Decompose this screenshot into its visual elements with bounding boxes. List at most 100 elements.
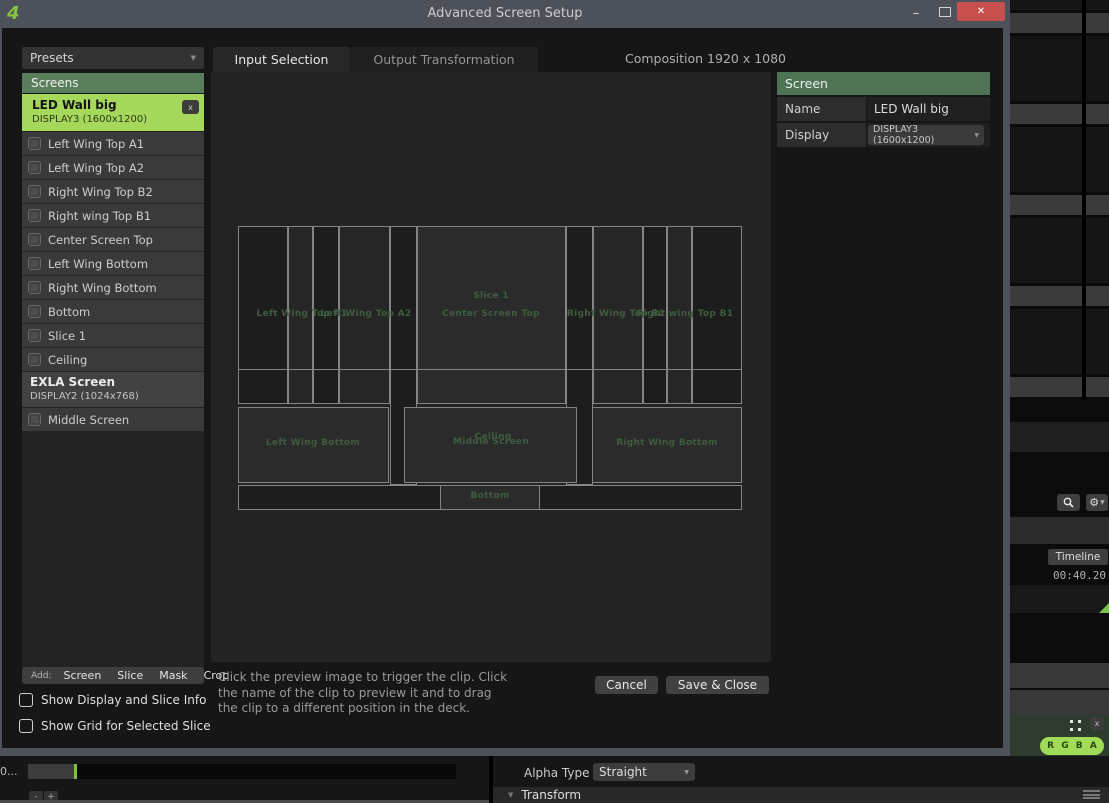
slice-thumb-icon [28, 257, 41, 270]
tab-input-selection[interactable]: Input Selection [213, 47, 350, 72]
slice-name-label: Center Screen Top [442, 309, 540, 319]
clip-thumbnail[interactable] [1010, 36, 1109, 101]
timecode: 00:40.20 [1053, 569, 1106, 582]
preview-monitor-panel: x RGBA [1010, 715, 1109, 756]
slice-label: Left Wing Bottom [48, 257, 148, 271]
clip-name-bar[interactable] [1010, 104, 1109, 124]
screen-item[interactable]: EXLA Screen DISPLAY2 (1024x768) [22, 372, 204, 407]
close-button[interactable]: ✕ [957, 2, 1005, 21]
transform-section-header[interactable]: ▼ Transform [493, 787, 1109, 803]
save-close-button[interactable]: Save & Close [666, 676, 769, 694]
clip-name-bar[interactable] [1010, 13, 1109, 33]
presets-label: Presets [30, 51, 74, 65]
slice-thumb-icon [28, 305, 41, 318]
remove-screen-button[interactable]: x [182, 100, 199, 114]
playhead-marker-icon [1099, 603, 1109, 613]
search-button[interactable] [1057, 494, 1080, 511]
dialog-titlebar[interactable]: 4 Advanced Screen Setup – ✕ [0, 0, 1010, 28]
slice-list-item[interactable]: Center Screen Top [22, 228, 204, 251]
settings-button[interactable]: ⚙▼ [1086, 494, 1108, 511]
slider-handle[interactable] [74, 764, 77, 779]
slice-list-item[interactable]: Middle Screen [22, 408, 204, 431]
clip-thumbnail[interactable] [1010, 127, 1109, 192]
screen-display: DISPLAY2 (1024x768) [30, 391, 139, 402]
dialog-title: Advanced Screen Setup [0, 6, 1010, 21]
slice-list-item[interactable]: Left Wing Top A2 [22, 156, 204, 179]
slice-list-item[interactable]: Right Wing Bottom [22, 276, 204, 299]
add-mask-button[interactable]: Mask [159, 669, 187, 682]
slice-list-item[interactable]: Bottom [22, 300, 204, 323]
slice-thumb-icon [28, 413, 41, 426]
chevron-down-icon: ▼ [191, 54, 196, 62]
collapse-triangle-icon: ▼ [508, 791, 513, 799]
slice-list-item[interactable]: Right wing Top B1 [22, 204, 204, 227]
maximize-button[interactable] [939, 7, 951, 17]
slice-name-label: Middle Screen [453, 437, 529, 447]
bpm-label: 0... [0, 765, 18, 778]
bpm-slider[interactable] [28, 764, 456, 779]
slice-list-item[interactable]: Ceiling [22, 348, 204, 371]
slice-thumb-icon [28, 185, 41, 198]
slider-fill [28, 764, 74, 779]
add-slice-button[interactable]: Slice [117, 669, 143, 682]
alpha-type-value: Straight [599, 765, 647, 779]
timeline-dropdown[interactable]: Timeline [1048, 549, 1108, 565]
layer-row [1010, 690, 1109, 715]
slice-preview-canvas[interactable]: Left Wing Top A1Left Wing Top A2Slice 1C… [211, 72, 771, 662]
slice-thumb-icon [28, 329, 41, 342]
fullscreen-icon[interactable] [1070, 720, 1073, 723]
show-grid-checkbox-row[interactable]: Show Grid for Selected Slice [19, 719, 211, 733]
slice-list-item[interactable]: Slice 1 [22, 324, 204, 347]
slice-label: Center Screen Top [48, 233, 153, 247]
slice-thumb-icon [28, 161, 41, 174]
preview-close-button[interactable]: x [1090, 717, 1104, 730]
screen-display: DISPLAY3 (1600x1200) [32, 114, 147, 125]
slice-thumb-icon [28, 281, 41, 294]
add-screen-button[interactable]: Screen [63, 669, 101, 682]
display-dropdown-value: DISPLAY3 (1600x1200) [873, 124, 974, 146]
slice-label: Left Wing Top A2 [48, 161, 144, 175]
clip-thumbnail[interactable] [1010, 309, 1109, 374]
search-icon [1063, 497, 1074, 508]
checkbox-icon[interactable] [19, 693, 33, 707]
timeline-track [1010, 585, 1109, 613]
channel-a-button[interactable]: A [1090, 741, 1097, 751]
presets-dropdown[interactable]: Presets ▼ [22, 47, 204, 69]
clip-name-bar[interactable] [1010, 286, 1109, 306]
clip-thumbnail[interactable] [1010, 0, 1109, 10]
clip-name-bar[interactable] [1010, 195, 1109, 215]
composition-size-label: Composition 1920 x 1080 [625, 51, 786, 66]
slice-name-label: Left Wing Top A2 [321, 309, 412, 319]
bottom-panel: 0... - + Alpha Type Straight ▼ ▼ Transfo… [0, 756, 1109, 803]
alpha-type-dropdown[interactable]: Straight ▼ [593, 763, 695, 781]
clip-thumbnail[interactable] [1010, 218, 1109, 283]
channel-g-button[interactable]: G [1061, 741, 1068, 751]
checkbox-label: Show Grid for Selected Slice [41, 719, 211, 733]
name-value[interactable]: LED Wall big [867, 97, 990, 121]
add-toolbar: Add: ScreenSliceMaskCrop [22, 667, 204, 684]
transform-label: Transform [521, 788, 581, 802]
rgba-channel-buttons[interactable]: RGBA [1040, 737, 1104, 755]
slice-list-item[interactable]: Right Wing Top B2 [22, 180, 204, 203]
slice-label: Right Wing Bottom [48, 281, 157, 295]
screen-name: LED Wall big [32, 98, 117, 112]
channel-b-button[interactable]: B [1076, 741, 1083, 751]
screen-item-selected[interactable]: LED Wall big DISPLAY3 (1600x1200) x [22, 94, 204, 131]
show-display-info-checkbox-row[interactable]: Show Display and Slice Info [19, 693, 206, 707]
slice-divider-line [238, 369, 742, 370]
menu-icon[interactable] [1083, 790, 1100, 799]
display-dropdown[interactable]: DISPLAY3 (1600x1200) ▼ [868, 125, 984, 145]
tab-output-transformation[interactable]: Output Transformation [350, 47, 538, 72]
slice-name-label: Slice 1 [473, 291, 509, 301]
minimize-button[interactable]: – [906, 1, 926, 21]
slice-list-item[interactable]: Left Wing Bottom [22, 252, 204, 275]
gear-icon: ⚙ [1089, 496, 1099, 509]
clip-name-bar[interactable] [1010, 377, 1109, 397]
screen-name: EXLA Screen [30, 375, 115, 389]
slice-list-item[interactable]: Left Wing Top A1 [22, 132, 204, 155]
channel-r-button[interactable]: R [1047, 741, 1054, 751]
checkbox-icon[interactable] [19, 719, 33, 733]
slice-name-label: Right wing Top B1 [637, 309, 734, 319]
cancel-button[interactable]: Cancel [595, 676, 658, 694]
alpha-type-label: Alpha Type [524, 766, 590, 780]
